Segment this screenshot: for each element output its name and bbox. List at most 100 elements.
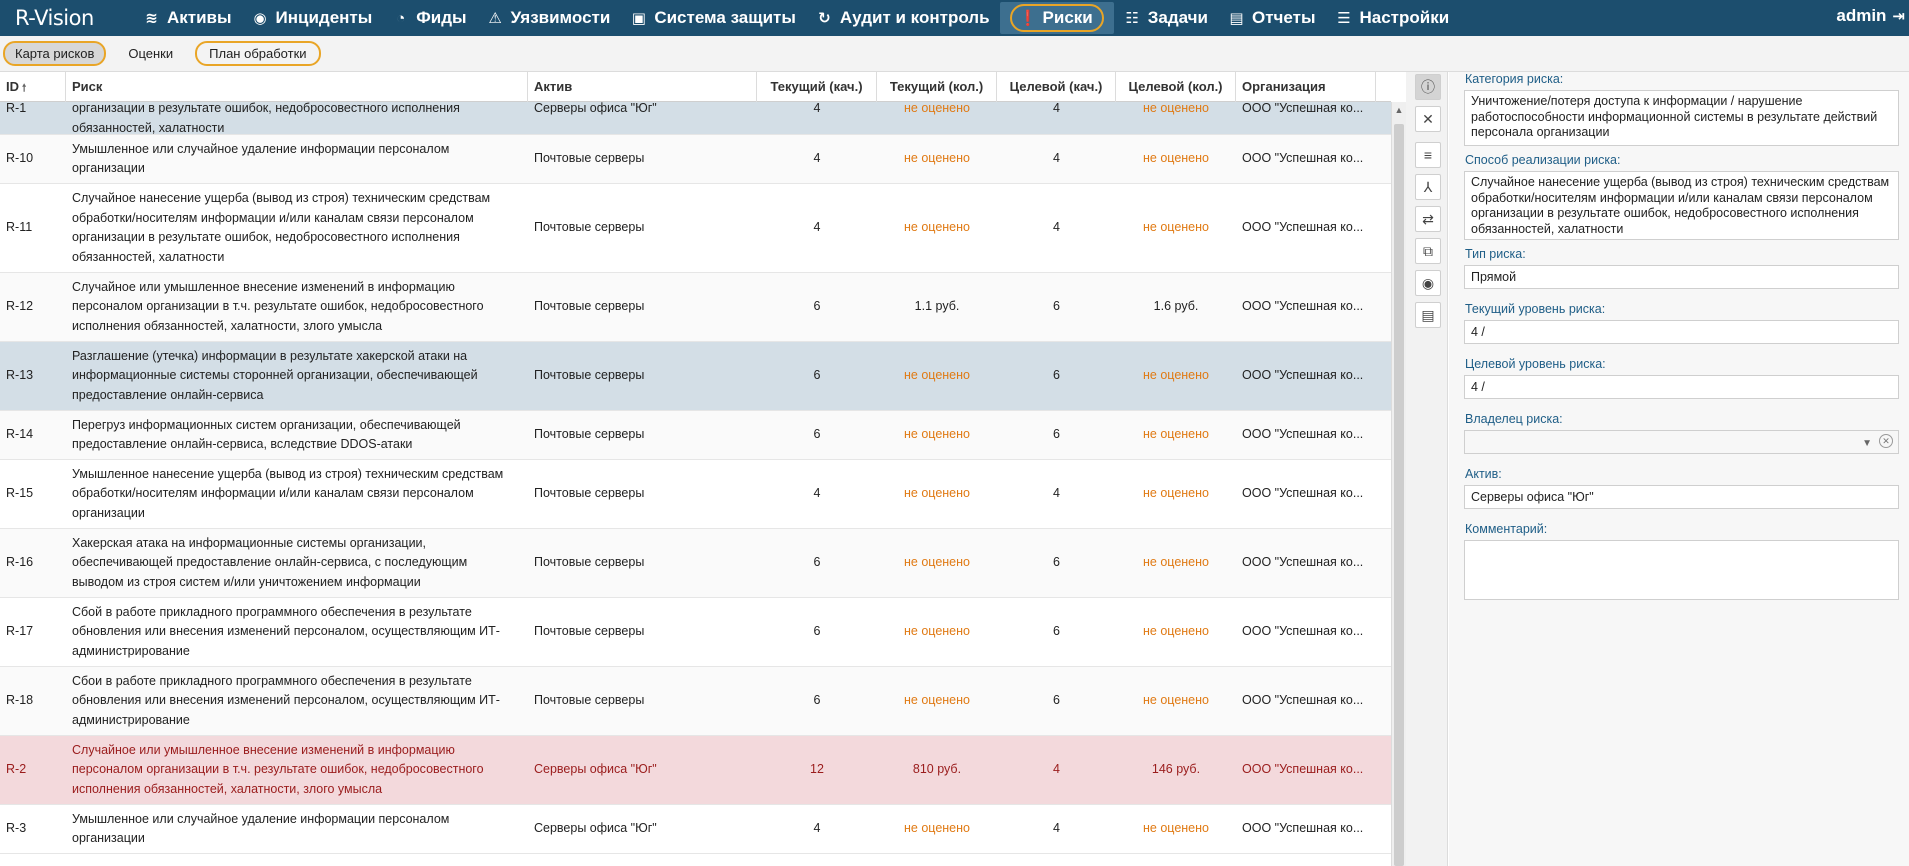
nav-item-5[interactable]: ▣ Система защиты [620,2,806,34]
cell-organization: ООО "Успешная ко... [1242,427,1364,442]
translate-icon[interactable]: ⇄ [1415,206,1441,232]
target-level-field[interactable]: 4 / [1464,375,1899,399]
cell-current-quant: не оценено [904,151,970,166]
top-navigation-bar: R-Vision ≋ Активы ◉ Инциденты ◔ Фиды ⚠ Уязвимос… [0,0,1909,36]
cell-target-qual: 6 [1053,427,1060,442]
nav-item-4[interactable]: ⚠ Уязвимости [477,2,621,34]
cell-risk: Перегруз информационных систем организац… [72,417,461,452]
document-icon[interactable]: ▤ [1415,302,1441,328]
username: admin [1836,6,1887,25]
cell-id: R-2 [6,762,27,777]
cell-current-quant: не оценено [904,486,970,501]
sort-ascending-icon[interactable]: 🠕 [22,83,26,94]
cell-id: R-17 [6,624,34,639]
nav-item-content: ▣ Система защиты [630,8,796,28]
clear-icon[interactable]: ✕ [1879,434,1893,448]
scrollbar-thumb[interactable] [1394,124,1404,866]
target-icon[interactable]: ◉ [1415,270,1441,296]
table-row[interactable]: R-11 Случайное нанесение ущерба (вывод из… [0,184,1391,273]
column-header-id[interactable]: ID 🠕 [0,72,66,102]
close-icon[interactable]: ✕ [1415,106,1441,132]
cell-target-quant: не оценено [1143,427,1209,442]
merge-icon[interactable]: ⅄ [1415,174,1441,200]
column-header-asset[interactable]: Актив [528,72,757,102]
table-row[interactable]: R-14 Перегруз информационных систем орган… [0,411,1391,460]
nav-item-label: Аудит и контроль [839,8,990,27]
cell-current-qual: 6 [813,693,821,708]
nav-item-1[interactable]: ≋ Активы [133,2,242,34]
cell-asset: Почтовые серверы [534,299,645,314]
user-menu[interactable]: admin ⇥ [1836,0,1905,32]
current-level-label: Текущий уровень риска: [1465,302,1606,316]
cell-asset: Почтовые серверы [534,624,645,639]
risk-type-field[interactable]: Прямой [1464,265,1899,289]
table-row[interactable]: R-15 Умышленное нанесение ущерба (вывод и… [0,460,1391,529]
cell-asset: Серверы офиса "Юг" [534,762,657,777]
column-header-target-quant[interactable]: Целевой (кол.) [1116,72,1236,102]
cell-target-qual: 4 [1053,220,1060,235]
cell-target-quant: не оценено [1143,220,1209,235]
nav-item-10[interactable]: ☰ Настройки [1326,2,1460,34]
cell-id: R-10 [6,151,34,166]
method-field[interactable]: Случайное нанесение ущерба (вывод из стр… [1464,171,1899,240]
cell-id: R-12 [6,299,34,314]
cell-target-quant: не оценено [1143,624,1209,639]
cell-target-quant: 146 руб. [1151,762,1201,777]
nav-item-label: Уязвимости [510,8,611,27]
risk-details-panel: Категория риска: Уничтожение/потеря дост… [1449,72,1909,866]
current-level-field[interactable]: 4 / [1464,320,1899,344]
logout-icon[interactable]: ⇥ [1892,7,1905,25]
app-logo[interactable]: R-Vision [0,6,133,30]
copy-icon[interactable]: ⧉ [1415,238,1441,264]
cell-current-quant: не оценено [904,555,970,570]
table-body: R-1обработки/носителям информации и/или … [0,84,1391,854]
tab-treatment-plan[interactable]: План обработки [195,41,321,66]
table-row[interactable]: R-13 Разглашение (утечка) информации в ре… [0,342,1391,411]
database-icon: ≋ [145,10,158,27]
column-header-risk[interactable]: Риск [66,72,528,102]
cell-target-quant: 1.6 руб. [1153,299,1199,314]
tab-risk-map[interactable]: Карта рисков [3,41,107,66]
cell-target-qual: 6 [1053,555,1060,570]
owner-select[interactable]: ▼ ✕ [1464,430,1899,454]
cell-organization: ООО "Успешная ко... [1242,486,1364,501]
column-header-organization[interactable]: Организация [1236,72,1376,102]
nav-item-9[interactable]: ▤ Отчеты [1218,2,1326,34]
table-vertical-scrollbar[interactable]: ▲ [1391,102,1406,866]
table-row[interactable]: R-2 Случайное или умышленное внесение изм… [0,736,1391,805]
cell-current-quant: 1.1 руб. [914,299,960,314]
asset-label: Актив: [1465,467,1502,481]
table-row[interactable]: R-17 Сбой в работе прикладного программно… [0,598,1391,667]
table-row[interactable]: R-18 Сбои в работе прикладного программно… [0,667,1391,736]
table-row[interactable]: R-10 Умышленное или случайное удаление ин… [0,135,1391,184]
nav-item-7[interactable]: ❗ Риски [999,2,1114,34]
scroll-up-arrow-icon[interactable]: ▲ [1392,102,1406,118]
column-header-current-quant[interactable]: Текущий (кол.) [877,72,997,102]
column-header-target-qual[interactable]: Целевой (кач.) [997,72,1116,102]
cell-asset: Почтовые серверы [534,555,645,570]
tab-assessments[interactable]: Оценки [118,43,183,64]
nav-item-8[interactable]: ☷ Задачи [1114,2,1218,34]
cell-current-quant: не оценено [904,368,970,383]
main-nav: ≋ Активы ◉ Инциденты ◔ Фиды ⚠ Уязвимости ▣ Систем… [133,0,1459,36]
info-icon[interactable]: ⓘ [1415,74,1441,100]
risk-type-label: Тип риска: [1465,247,1526,261]
side-tool-strip: ⓘ ✕ ≡ ⅄ ⇄ ⧉ ◉ ▤ [1406,72,1448,866]
comment-field[interactable] [1464,540,1899,600]
cell-organization: ООО "Успешная ко... [1242,821,1364,836]
chevron-down-icon[interactable]: ▼ [1862,436,1872,452]
column-header-current-qual[interactable]: Текущий (кач.) [757,72,877,102]
nav-item-6[interactable]: ↻ Аудит и контроль [806,2,1000,34]
table-row[interactable]: R-12 Случайное или умышленное внесение из… [0,273,1391,342]
asset-field[interactable]: Серверы офиса "Юг" [1464,485,1899,509]
nav-item-3[interactable]: ◔ Фиды [382,2,476,34]
table-row[interactable]: R-16 Хакерская атака на информационные си… [0,529,1391,598]
cell-asset: Почтовые серверы [534,220,645,235]
nav-item-2[interactable]: ◉ Инциденты [242,2,383,34]
category-field[interactable]: Уничтожение/потеря доступа к информации … [1464,90,1899,146]
list-icon[interactable]: ≡ [1415,142,1441,168]
cell-current-qual: 6 [813,427,821,442]
cell-target-quant: не оценено [1143,486,1209,501]
table-row[interactable]: R-3 Умышленное или случайное удаление инф… [0,805,1391,854]
nav-item-content: ❗ Риски [1009,4,1104,32]
